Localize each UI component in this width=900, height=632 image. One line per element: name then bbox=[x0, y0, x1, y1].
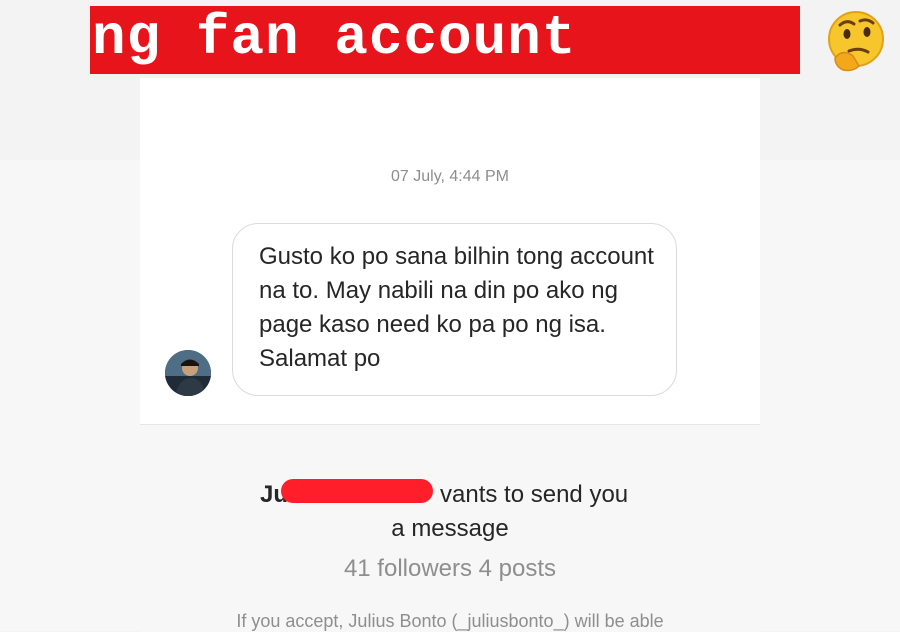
banner-text: ng fan account bbox=[92, 6, 577, 70]
avatar-photo-icon bbox=[165, 350, 211, 396]
thinking-face-icon bbox=[828, 11, 884, 72]
accept-info-text: If you accept, Julius Bonto (_juliusbont… bbox=[236, 611, 664, 631]
request-title-suffix: vants to send you bbox=[440, 481, 629, 508]
caption-banner: ng fan account bbox=[90, 6, 884, 74]
dm-panel: 07 July, 4:44 PM Gusto ko po sana bilhin… bbox=[140, 78, 760, 632]
request-title-line-2: a message bbox=[391, 515, 509, 542]
sender-stats: 41 followers 4 posts bbox=[343, 555, 557, 582]
message-bubble[interactable]: Gusto ko po sana bilhin tong account na … bbox=[232, 223, 677, 396]
sender-avatar[interactable] bbox=[165, 350, 211, 396]
message-text: Gusto ko po sana bilhin tong account na … bbox=[259, 243, 654, 372]
message-request-section: Ju vants to send you a message 41 followe… bbox=[140, 424, 760, 632]
background-strip-right bbox=[760, 160, 900, 631]
background-strip-left bbox=[0, 160, 140, 631]
message-timestamp: 07 July, 4:44 PM bbox=[391, 168, 509, 185]
redaction-mark bbox=[281, 479, 433, 503]
